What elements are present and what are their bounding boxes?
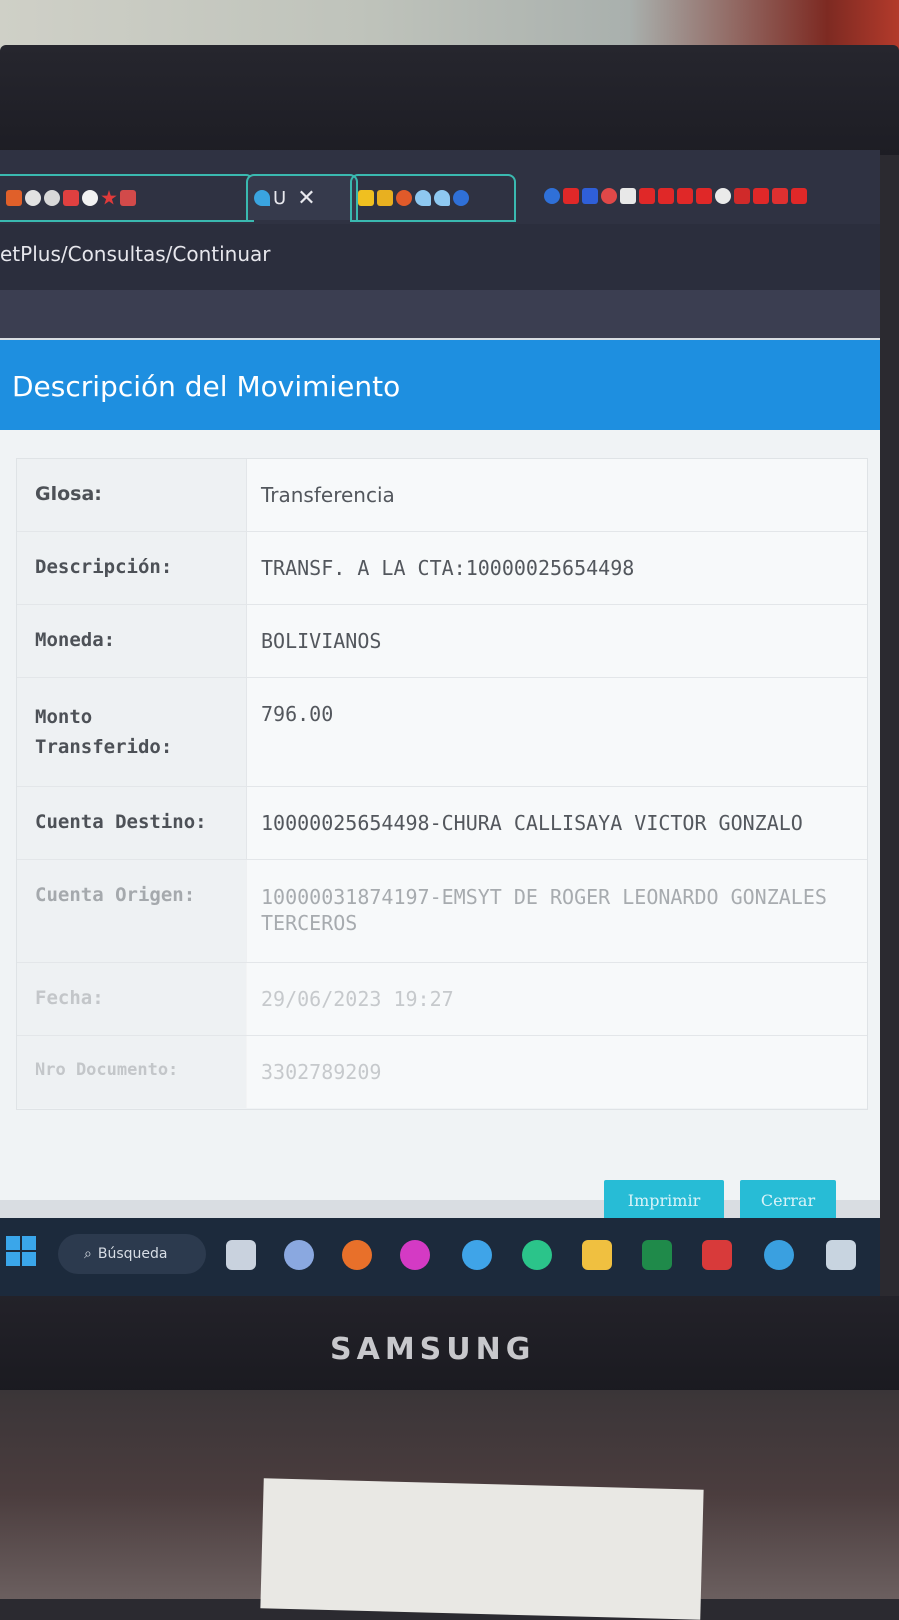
row-value: BOLIVIANOS xyxy=(247,605,867,677)
movement-modal: Descripción del Movimiento Glosa: Transf… xyxy=(0,340,880,1220)
close-tab-icon[interactable]: ✕ xyxy=(297,186,315,211)
active-tab[interactable]: U ✕ xyxy=(246,174,358,220)
search-icon: ⌕ xyxy=(84,1246,92,1262)
tab-group-right[interactable] xyxy=(538,174,880,218)
youtube-icon[interactable] xyxy=(791,188,807,204)
favicon-icon[interactable] xyxy=(44,190,60,206)
globe-icon[interactable] xyxy=(715,188,731,204)
wifi-icon xyxy=(254,190,270,206)
firefox-icon[interactable] xyxy=(342,1240,372,1270)
favicon-icon[interactable] xyxy=(544,188,560,204)
favicon-icon[interactable] xyxy=(377,190,393,206)
chat-icon[interactable] xyxy=(284,1240,314,1270)
row-label: Cuenta Origen: xyxy=(17,860,247,962)
favicon-icon[interactable] xyxy=(453,190,469,206)
detail-table: Glosa: Transferencia Descripción: TRANSF… xyxy=(16,458,868,1110)
favicon-icon[interactable] xyxy=(101,190,117,205)
app-icon[interactable] xyxy=(764,1240,794,1270)
detail-row-glosa: Glosa: Transferencia xyxy=(17,459,867,532)
favicon-icon[interactable] xyxy=(6,190,22,206)
youtube-icon[interactable] xyxy=(753,188,769,204)
task-view-icon[interactable] xyxy=(226,1240,256,1270)
row-label: Nro Documento: xyxy=(17,1036,247,1108)
modal-header: Descripción del Movimiento xyxy=(0,340,880,430)
heart-icon[interactable] xyxy=(434,190,450,206)
youtube-icon[interactable] xyxy=(677,188,693,204)
row-value: 796.00 xyxy=(247,678,867,786)
row-value: 29/06/2023 19:27 xyxy=(247,963,867,1035)
favicon-icon[interactable] xyxy=(620,188,636,204)
browser-tab-strip: U ✕ xyxy=(0,150,880,224)
favicon-icon[interactable] xyxy=(772,188,788,204)
monitor-screen: U ✕ etPlus/Consultas/Continuar Descripci… xyxy=(0,150,880,1300)
windows-start-icon[interactable] xyxy=(6,1236,38,1268)
row-label: Moneda: xyxy=(17,605,247,677)
row-value: TRANSF. A LA CTA:10000025654498 xyxy=(247,532,867,604)
tab-group-middle[interactable] xyxy=(350,174,516,222)
detail-row-monto: Monto Transferido: 796.00 xyxy=(17,678,867,787)
favicon-icon[interactable] xyxy=(82,190,98,206)
taskbar-search[interactable]: ⌕ Búsqueda xyxy=(58,1234,206,1274)
row-value: 3302789209 xyxy=(247,1036,867,1108)
favicon-icon[interactable] xyxy=(734,188,750,204)
opera-icon[interactable] xyxy=(400,1240,430,1270)
favicon-icon[interactable] xyxy=(63,190,79,206)
excel-icon[interactable] xyxy=(642,1240,672,1270)
favicon-icon[interactable] xyxy=(25,190,41,206)
row-label: Glosa: xyxy=(17,459,247,531)
row-value: 10000031874197-EMSYT DE ROGER LEONARDO G… xyxy=(247,860,867,962)
row-label: Fecha: xyxy=(17,963,247,1035)
detail-row-fecha: Fecha: 29/06/2023 19:27 xyxy=(17,963,867,1036)
modal-title: Descripción del Movimiento xyxy=(12,370,401,403)
site-nav-strip xyxy=(0,290,880,338)
row-value: 10000025654498-CHURA CALLISAYA VICTOR GO… xyxy=(247,787,867,859)
print-button[interactable]: Imprimir xyxy=(604,1180,724,1220)
row-label: Descripción: xyxy=(17,532,247,604)
tab-group-left[interactable] xyxy=(0,174,254,222)
address-text: etPlus/Consultas/Continuar xyxy=(0,242,271,266)
favicon-icon[interactable] xyxy=(120,190,136,206)
detail-row-moneda: Moneda: BOLIVIANOS xyxy=(17,605,867,678)
folder-icon[interactable] xyxy=(582,1240,612,1270)
favicon-icon[interactable] xyxy=(396,190,412,206)
pdf-icon[interactable] xyxy=(702,1240,732,1270)
app-icon[interactable] xyxy=(522,1240,552,1270)
windows-taskbar: ⌕ Búsqueda xyxy=(0,1218,880,1296)
detail-row-cuenta-destino: Cuenta Destino: 10000025654498-CHURA CAL… xyxy=(17,787,867,860)
youtube-icon[interactable] xyxy=(658,188,674,204)
favicon-icon[interactable] xyxy=(582,188,598,204)
heart-icon[interactable] xyxy=(415,190,431,206)
detail-row-nro-documento: Nro Documento: 3302789209 xyxy=(17,1036,867,1109)
youtube-icon[interactable] xyxy=(639,188,655,204)
detail-row-cuenta-origen: Cuenta Origen: 10000031874197-EMSYT DE R… xyxy=(17,860,867,963)
app-icon[interactable] xyxy=(826,1240,856,1270)
favicon-icon[interactable] xyxy=(358,190,374,206)
detail-row-descripcion: Descripción: TRANSF. A LA CTA:1000002565… xyxy=(17,532,867,605)
address-bar[interactable]: etPlus/Consultas/Continuar xyxy=(0,224,880,290)
youtube-icon[interactable] xyxy=(563,188,579,204)
monitor-bezel-top xyxy=(0,45,899,155)
favicon-icon[interactable] xyxy=(601,188,617,204)
chrome-icon[interactable] xyxy=(462,1240,492,1270)
youtube-icon[interactable] xyxy=(696,188,712,204)
row-value: Transferencia xyxy=(247,459,867,531)
row-label: Monto Transferido: xyxy=(17,678,247,786)
close-button[interactable]: Cerrar xyxy=(740,1180,836,1220)
active-tab-label: U xyxy=(273,187,287,209)
monitor-brand-logo: SAMSUNG xyxy=(330,1332,536,1367)
taskbar-search-label: Búsqueda xyxy=(97,1246,168,1262)
row-label: Cuenta Destino: xyxy=(17,787,247,859)
